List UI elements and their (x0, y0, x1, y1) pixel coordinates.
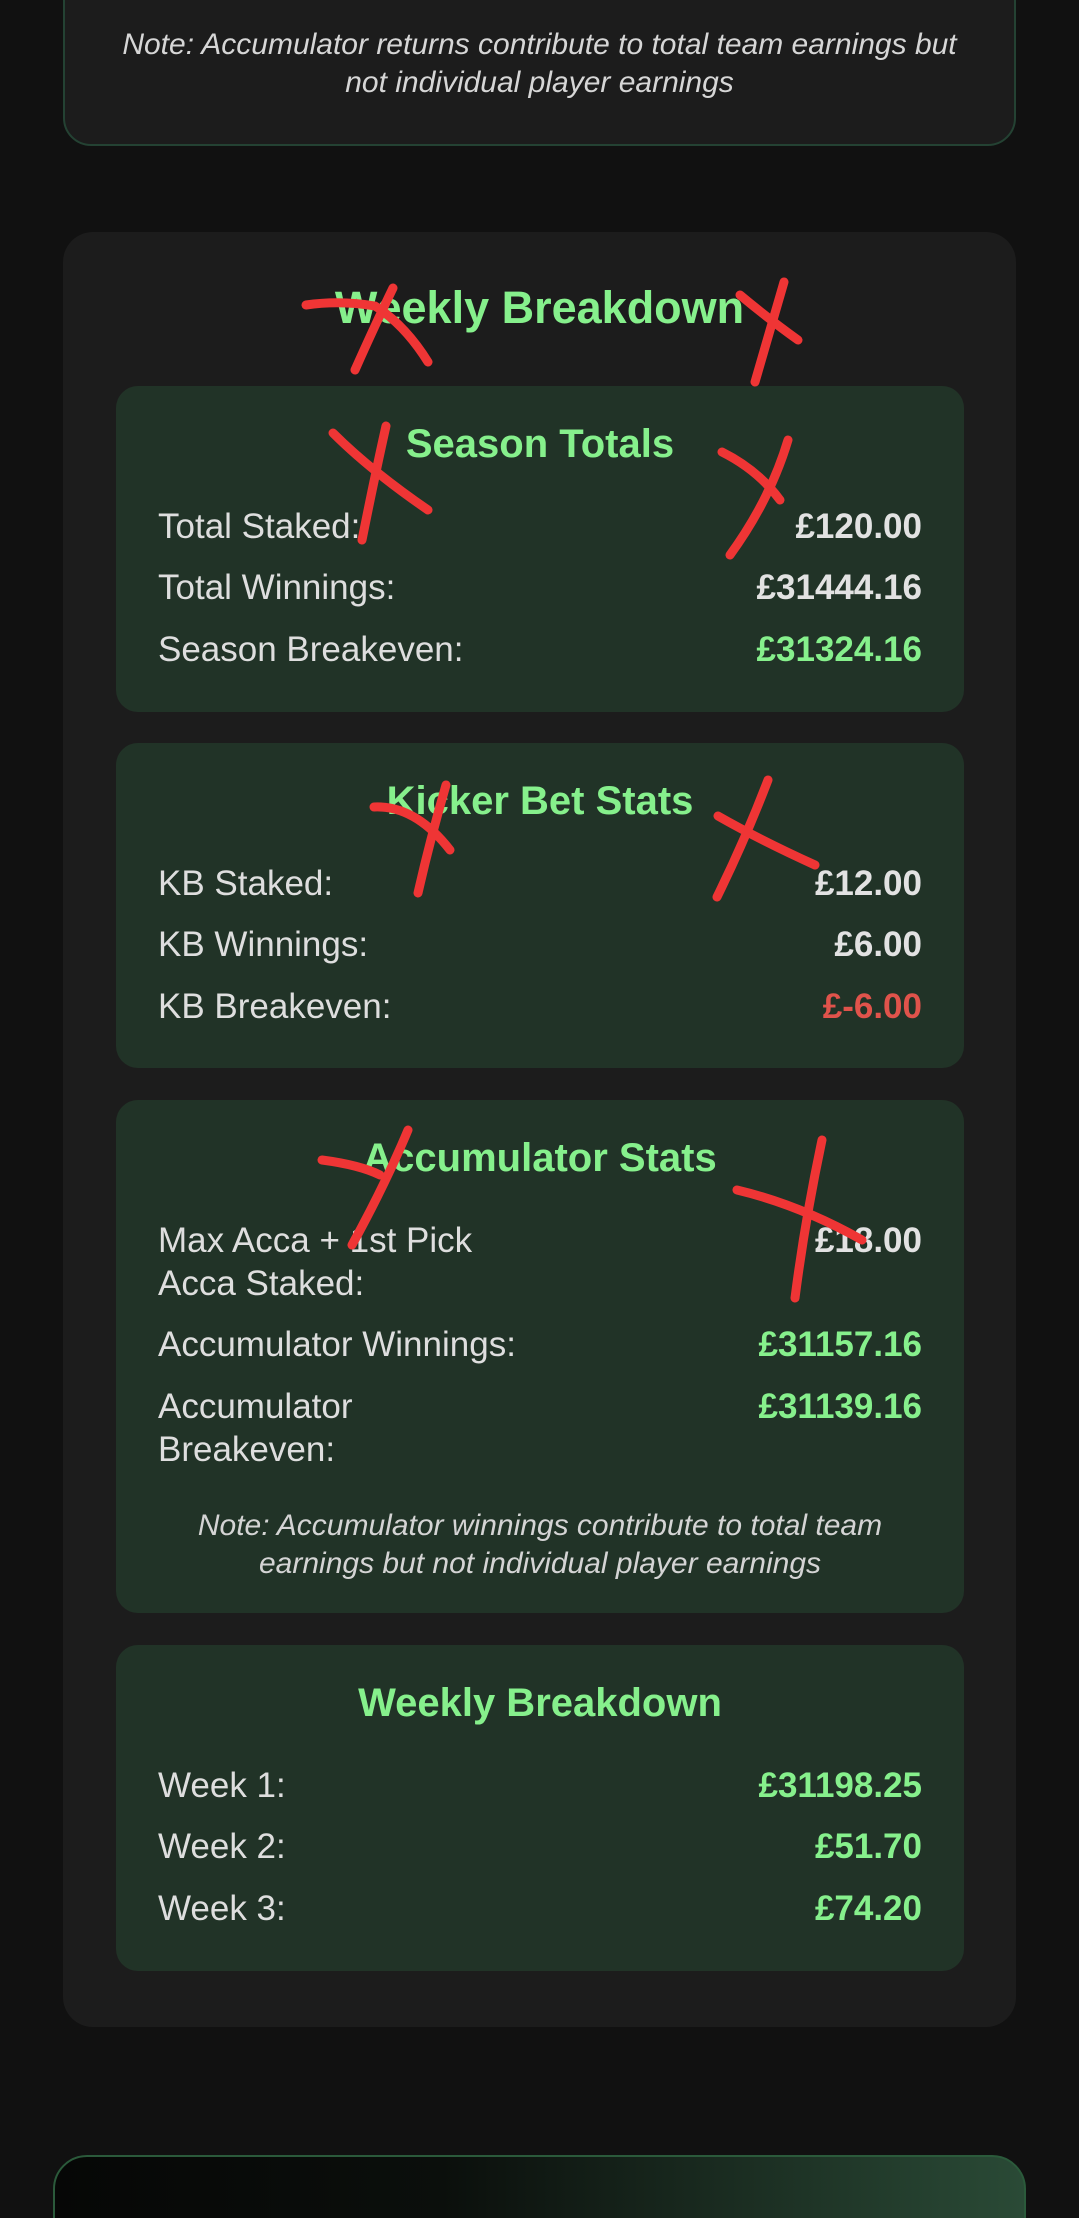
accumulator-winnings-value: £31157.16 (758, 1325, 922, 1364)
accumulator-stats-title: Accumulator Stats (363, 1136, 717, 1180)
page: Note: Accumulator returns contribute to … (0, 0, 1079, 2218)
accumulator-returns-note: Note: Accumulator returns contribute to … (122, 28, 957, 99)
accumulator-breakeven-label: Accumulator Breakeven: (158, 1387, 353, 1469)
week-3-label: Week 3: (158, 1889, 286, 1928)
accumulator-winnings-note: Note: Accumulator winnings contribute to… (197, 1509, 883, 1580)
season-breakeven-row: Season Breakeven: £31324.16 (158, 628, 922, 671)
accumulator-stats-card: Accumulator Stats Max Acca + 1st Pick Ac… (116, 1100, 964, 1613)
accumulator-winnings-label: Accumulator Winnings: (158, 1325, 516, 1364)
kb-staked-label: KB Staked: (158, 864, 334, 903)
week-2-row: Week 2: £51.70 (158, 1825, 922, 1868)
week-2-value: £51.70 (814, 1827, 922, 1866)
kb-breakeven-value: £-6.00 (822, 987, 922, 1026)
weekly-breakdown-inner-title: Weekly Breakdown (358, 1681, 722, 1725)
weekly-breakdown-heading: Weekly Breakdown (334, 282, 745, 333)
total-staked-row: Total Staked: £120.00 (158, 505, 922, 548)
kb-staked-value: £12.00 (814, 864, 922, 903)
weekly-breakdown-inner-card: Weekly Breakdown Week 1: £31198.25 Week … (116, 1645, 964, 1971)
total-winnings-row: Total Winnings: £31444.16 (158, 566, 922, 609)
week-1-value: £31198.25 (758, 1766, 922, 1805)
season-breakeven-label: Season Breakeven: (158, 630, 464, 669)
accumulator-winnings-row: Accumulator Winnings: £31157.16 (158, 1323, 922, 1366)
kb-winnings-row: KB Winnings: £6.00 (158, 923, 922, 966)
kb-breakeven-label: KB Breakeven: (158, 987, 392, 1026)
acca-staked-label: Max Acca + 1st Pick Acca Staked: (158, 1221, 473, 1303)
weekly-breakdown-card: Weekly Breakdown Season Totals Total Sta… (63, 232, 1016, 2027)
acca-staked-row: Max Acca + 1st Pick Acca Staked: £18.00 (158, 1219, 922, 1305)
kicker-bet-stats-card: Kicker Bet Stats KB Staked: £12.00 KB Wi… (116, 743, 964, 1068)
season-totals-title: Season Totals (405, 422, 675, 466)
kb-winnings-value: £6.00 (834, 925, 922, 964)
week-1-label: Week 1: (158, 1766, 286, 1805)
week-3-value: £74.20 (814, 1889, 922, 1928)
kb-breakeven-row: KB Breakeven: £-6.00 (158, 985, 922, 1028)
accumulator-returns-note-card: Note: Accumulator returns contribute to … (63, 0, 1016, 146)
week-2-label: Week 2: (158, 1827, 286, 1866)
kb-winnings-label: KB Winnings: (158, 925, 369, 964)
accumulator-breakeven-row: Accumulator Breakeven: £31139.16 (158, 1385, 922, 1471)
total-staked-value: £120.00 (795, 507, 922, 546)
total-staked-label: Total Staked: (158, 507, 361, 546)
next-section-card (53, 2155, 1026, 2218)
acca-staked-value: £18.00 (814, 1221, 922, 1260)
total-winnings-value: £31444.16 (756, 568, 922, 607)
season-totals-card: Season Totals Total Staked: £120.00 Tota… (116, 386, 964, 712)
kicker-bet-stats-title: Kicker Bet Stats (386, 779, 694, 823)
week-1-row: Week 1: £31198.25 (158, 1764, 922, 1807)
kb-staked-row: KB Staked: £12.00 (158, 862, 922, 905)
week-3-row: Week 3: £74.20 (158, 1887, 922, 1930)
total-winnings-label: Total Winnings: (158, 568, 396, 607)
season-breakeven-value: £31324.16 (756, 630, 922, 669)
accumulator-breakeven-value: £31139.16 (758, 1387, 922, 1426)
